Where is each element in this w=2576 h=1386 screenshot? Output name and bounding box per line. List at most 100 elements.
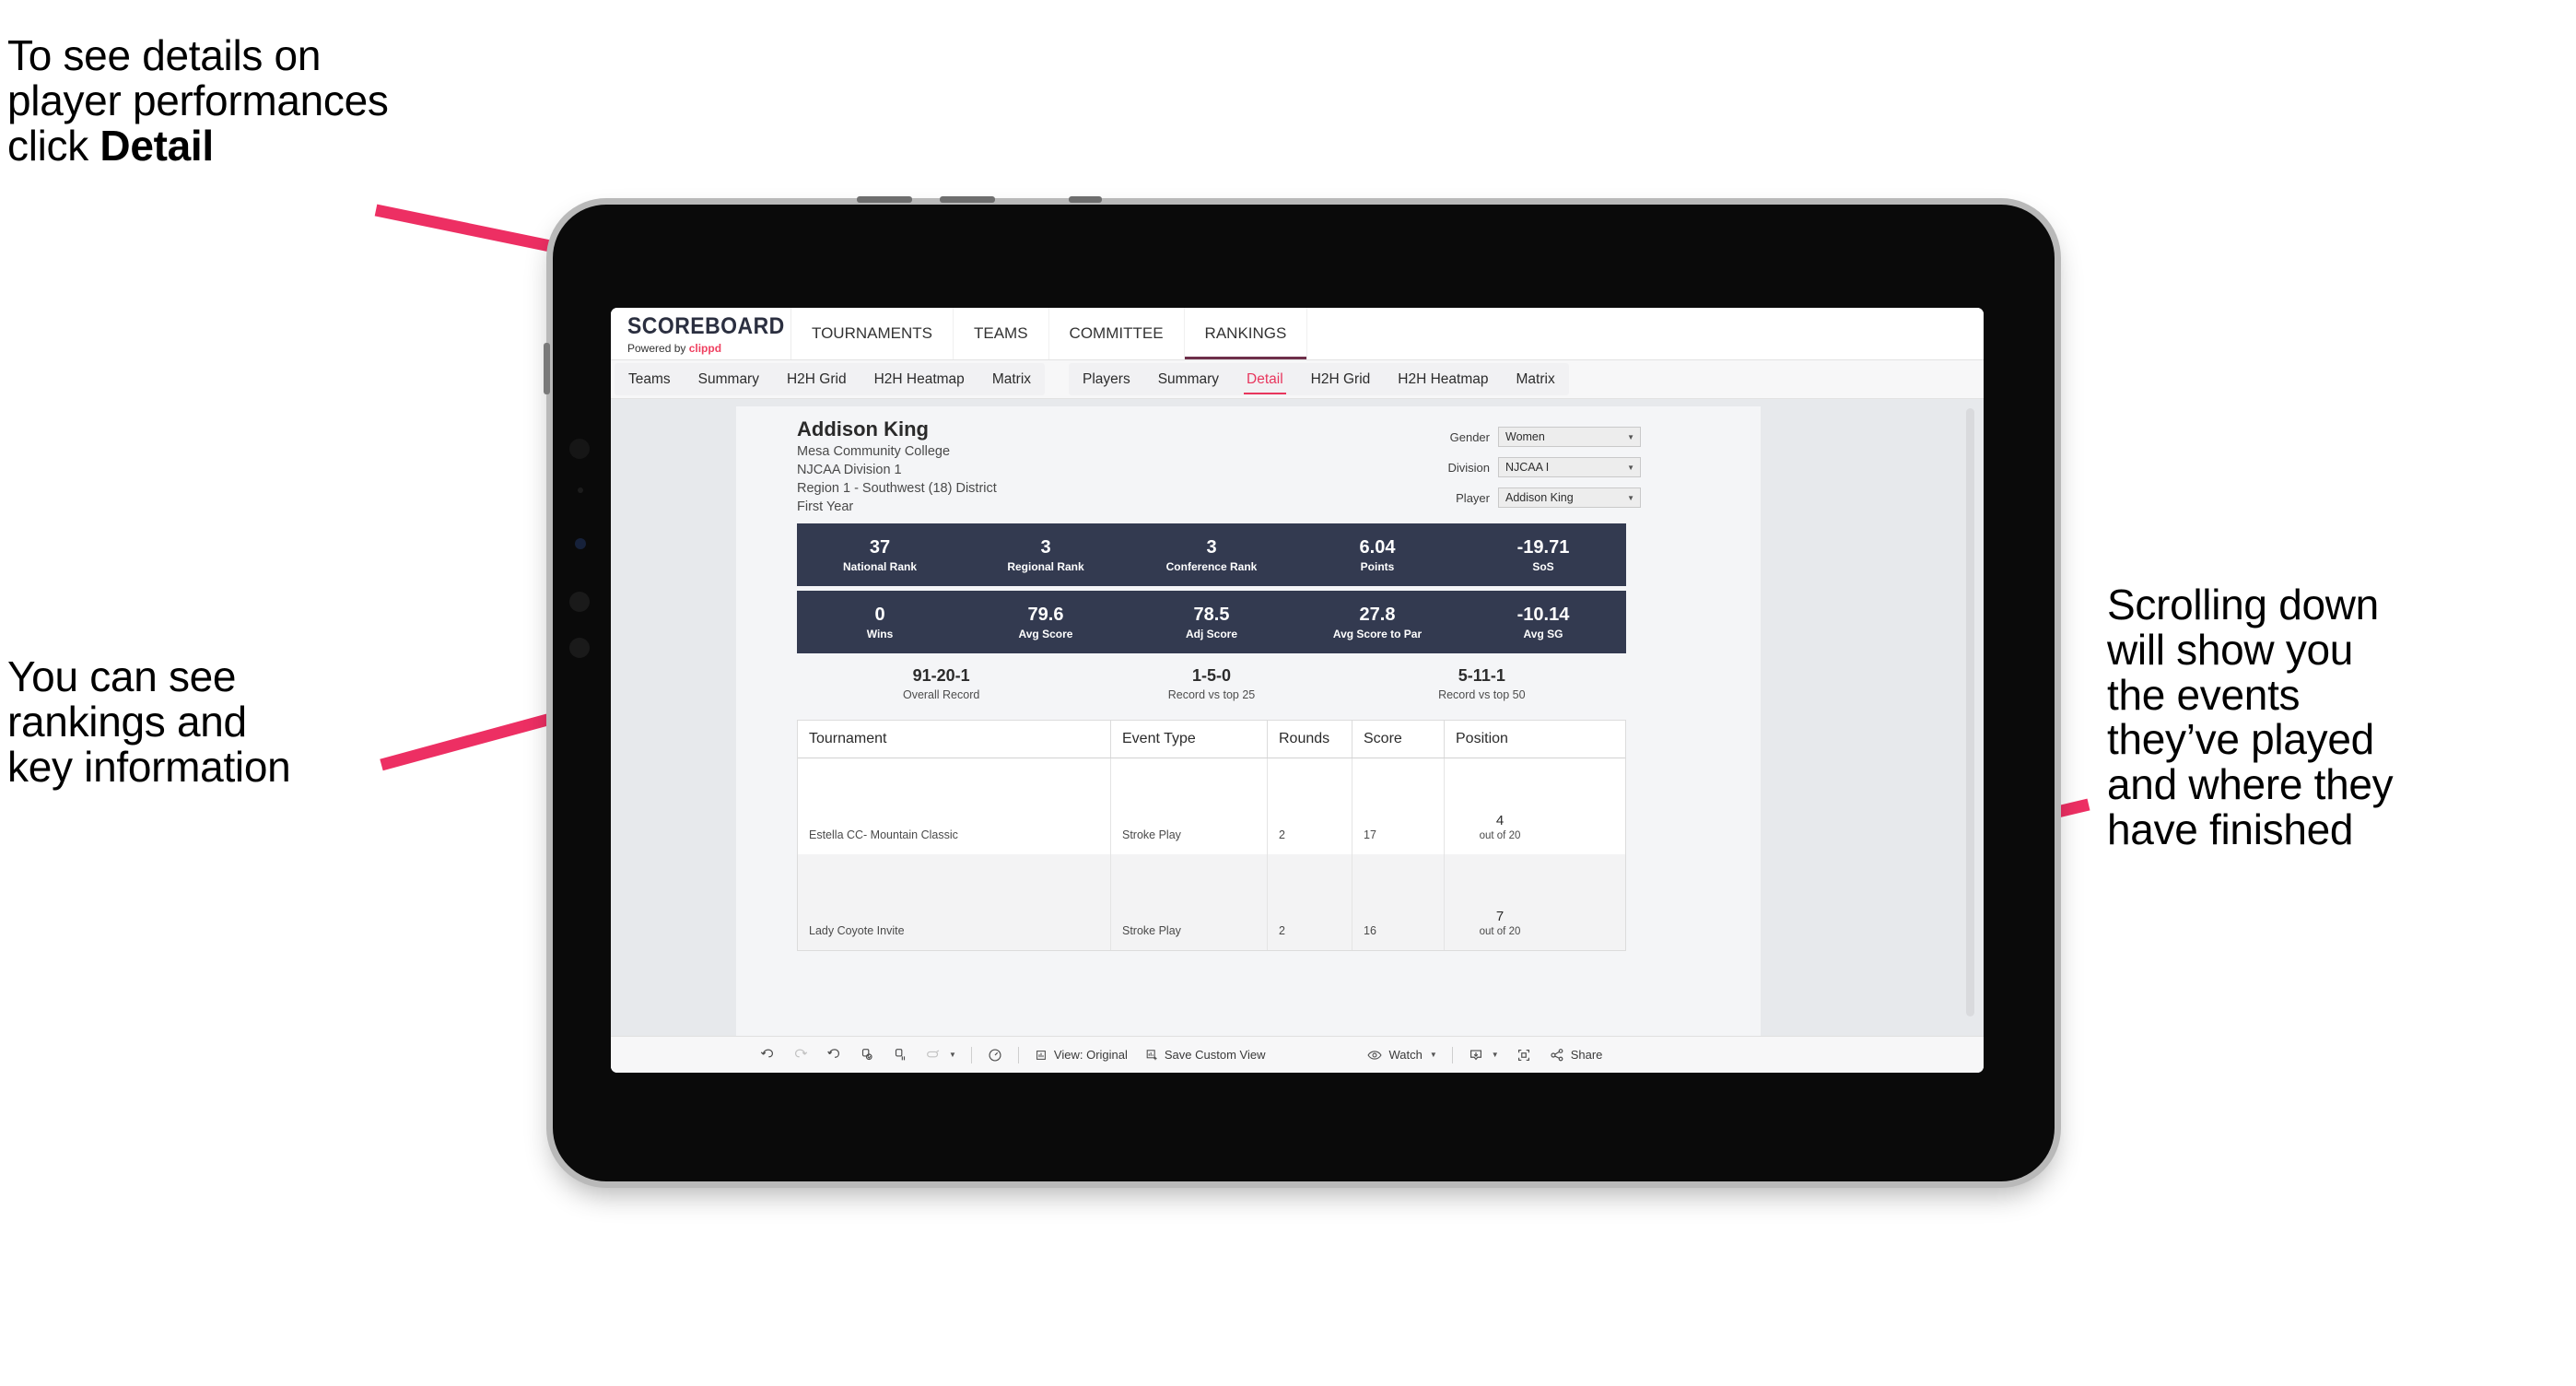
tablet-power-button bbox=[1069, 196, 1102, 203]
tab-h2h-grid-teams[interactable]: H2H Grid bbox=[773, 363, 861, 395]
tab-h2h-heatmap-players[interactable]: H2H Heatmap bbox=[1384, 363, 1502, 395]
undo-icon[interactable] bbox=[751, 1047, 784, 1063]
record-overall: 91-20-1 Overall Record bbox=[806, 666, 1076, 701]
share-label: Share bbox=[1570, 1048, 1603, 1062]
stat-value: 79.6 bbox=[1027, 604, 1064, 625]
cell-position: 4 out of 20 bbox=[1445, 758, 1555, 854]
selector-gender-row: Gender Women ▼ bbox=[1411, 427, 1641, 447]
tab-teams[interactable]: Teams bbox=[615, 363, 685, 395]
stat-label: Avg Score to Par bbox=[1332, 627, 1423, 640]
annotation-line: click Detail bbox=[7, 123, 389, 169]
record-value: 91-20-1 bbox=[912, 666, 970, 686]
topnav-item-teams[interactable]: TEAMS bbox=[954, 308, 1049, 359]
cell-score: 17 bbox=[1352, 758, 1445, 855]
table-row[interactable]: Lady Coyote Invite Stroke Play 2 16 7 ou… bbox=[798, 854, 1625, 951]
sensor-dot-icon bbox=[575, 538, 586, 549]
stat-value: 3 bbox=[1206, 536, 1217, 558]
stat-value: 6.04 bbox=[1359, 536, 1396, 558]
stat-value: 37 bbox=[869, 536, 891, 558]
annotation-right: Scrolling down will show you the events … bbox=[2107, 582, 2394, 852]
record-vs-top-50: 5-11-1 Record vs top 50 bbox=[1347, 666, 1617, 701]
sensor-dot-icon bbox=[569, 592, 590, 612]
sub-tab-strip: Teams Summary H2H Grid H2H Heatmap Matri… bbox=[611, 360, 1984, 399]
refresh-icon[interactable] bbox=[850, 1047, 884, 1063]
record-vs-top-25: 1-5-0 Record vs top 25 bbox=[1076, 666, 1346, 701]
topnav-item-tournaments[interactable]: TOURNAMENTS bbox=[791, 308, 954, 359]
position-subtext: out of 20 bbox=[1479, 830, 1521, 842]
table-row[interactable]: Estella CC- Mountain Classic Stroke Play… bbox=[798, 758, 1625, 855]
tablet-device-frame: SCOREBOARD Powered by clippd TOURNAMENTS… bbox=[544, 196, 2055, 1181]
stat-label: National Rank bbox=[842, 559, 917, 573]
tab-players[interactable]: Players bbox=[1069, 363, 1144, 395]
chevron-down-icon[interactable]: ▼ bbox=[1430, 1051, 1437, 1059]
position-value: 4 bbox=[1495, 813, 1505, 829]
revert-icon[interactable] bbox=[817, 1047, 850, 1063]
topnav-item-committee[interactable]: COMMITTEE bbox=[1049, 308, 1185, 359]
selector-division-dropdown[interactable]: NJCAA I ▼ bbox=[1498, 457, 1641, 477]
table-header-rounds[interactable]: Rounds bbox=[1268, 721, 1352, 758]
player-detail-panel: Addison King Mesa Community College NJCA… bbox=[797, 417, 1641, 952]
tab-h2h-heatmap-teams[interactable]: H2H Heatmap bbox=[861, 363, 978, 395]
toolbar-divider bbox=[970, 1046, 972, 1063]
tab-summary-players[interactable]: Summary bbox=[1144, 363, 1233, 395]
tab-summary-teams[interactable]: Summary bbox=[685, 363, 773, 395]
vertical-scrollbar[interactable] bbox=[1966, 408, 1974, 1016]
tab-matrix-teams[interactable]: Matrix bbox=[978, 363, 1045, 395]
selector-gender-dropdown[interactable]: Women ▼ bbox=[1498, 427, 1641, 447]
annotation-line: will show you bbox=[2107, 625, 2354, 674]
stat-sos: -19.71 SoS bbox=[1460, 537, 1626, 573]
annotation-line: rankings and bbox=[7, 697, 247, 746]
alerts-icon[interactable]: ▼ bbox=[917, 1047, 965, 1063]
pause-icon[interactable] bbox=[884, 1047, 917, 1063]
eye-icon bbox=[1366, 1047, 1383, 1063]
stat-value: 27.8 bbox=[1359, 604, 1396, 625]
camera-icon bbox=[569, 439, 590, 459]
tab-detail[interactable]: Detail bbox=[1233, 363, 1297, 395]
cell-score: 16 bbox=[1352, 854, 1445, 951]
table-header-tournament[interactable]: Tournament bbox=[798, 721, 1111, 758]
view-original-label: View: Original bbox=[1053, 1048, 1128, 1062]
selector-player-row: Player Addison King ▼ bbox=[1411, 487, 1641, 508]
fullscreen-icon[interactable] bbox=[1507, 1047, 1540, 1063]
record-value: 5-11-1 bbox=[1458, 666, 1505, 686]
dashboard-sheet: Addison King Mesa Community College NJCA… bbox=[736, 406, 1761, 1073]
selector-player-dropdown[interactable]: Addison King ▼ bbox=[1498, 487, 1641, 508]
save-custom-view-button[interactable]: Save Custom View bbox=[1136, 1048, 1274, 1063]
watch-button[interactable]: Watch ▼ bbox=[1358, 1047, 1445, 1063]
cell-rounds: 2 bbox=[1268, 854, 1352, 951]
stats-row-secondary: 0 Wins 79.6 Avg Score 78.5 Adj Score 27.… bbox=[797, 591, 1626, 654]
dashboard-canvas: Addison King Mesa Community College NJCA… bbox=[611, 399, 1984, 1073]
clock-icon[interactable] bbox=[978, 1047, 1012, 1063]
stat-label: Regional Rank bbox=[1007, 559, 1084, 573]
topnav-item-rankings[interactable]: RANKINGS bbox=[1185, 308, 1308, 359]
brand-subtitle: Powered by clippd bbox=[627, 342, 790, 355]
table-header-score[interactable]: Score bbox=[1352, 721, 1445, 758]
toolbar-divider bbox=[1451, 1046, 1453, 1063]
chevron-down-icon[interactable]: ▼ bbox=[1492, 1051, 1499, 1059]
download-icon[interactable]: ▼ bbox=[1459, 1047, 1507, 1063]
annotation-left: You can see rankings and key information bbox=[7, 654, 291, 789]
records-row: 91-20-1 Overall Record 1-5-0 Record vs t… bbox=[797, 666, 1626, 701]
stat-label: Adj Score bbox=[1185, 627, 1237, 640]
chevron-down-icon[interactable]: ▼ bbox=[949, 1051, 956, 1059]
brand-logo[interactable]: SCOREBOARD Powered by clippd bbox=[611, 308, 791, 359]
filter-selectors: Gender Women ▼ Division NJCAA I ▼ Player… bbox=[1411, 427, 1641, 518]
table-header-position[interactable]: Position bbox=[1445, 721, 1555, 758]
stat-value: 0 bbox=[874, 604, 885, 625]
tab-group-teams: Teams Summary H2H Grid H2H Heatmap Matri… bbox=[615, 363, 1046, 395]
selector-division-label: Division bbox=[1447, 460, 1490, 475]
share-button[interactable]: Share bbox=[1540, 1047, 1611, 1063]
cell-position: 7 out of 20 bbox=[1445, 854, 1555, 950]
tab-h2h-grid-players[interactable]: H2H Grid bbox=[1297, 363, 1385, 395]
sensor-dot-icon bbox=[578, 487, 583, 493]
app-top-navbar: SCOREBOARD Powered by clippd TOURNAMENTS… bbox=[611, 308, 1984, 360]
tab-matrix-players[interactable]: Matrix bbox=[1503, 363, 1569, 395]
cell-tournament: Lady Coyote Invite bbox=[798, 854, 1111, 951]
cell-event-type: Stroke Play bbox=[1111, 758, 1268, 855]
redo-icon[interactable] bbox=[784, 1047, 817, 1063]
chevron-down-icon: ▼ bbox=[1627, 463, 1634, 472]
table-header-event-type[interactable]: Event Type bbox=[1111, 721, 1268, 758]
view-original-button[interactable]: View: Original bbox=[1025, 1048, 1136, 1063]
tab-group-players: Players Summary Detail H2H Grid H2H Heat… bbox=[1069, 363, 1569, 395]
stats-row-primary: 37 National Rank 3 Regional Rank 3 Confe… bbox=[797, 523, 1626, 587]
